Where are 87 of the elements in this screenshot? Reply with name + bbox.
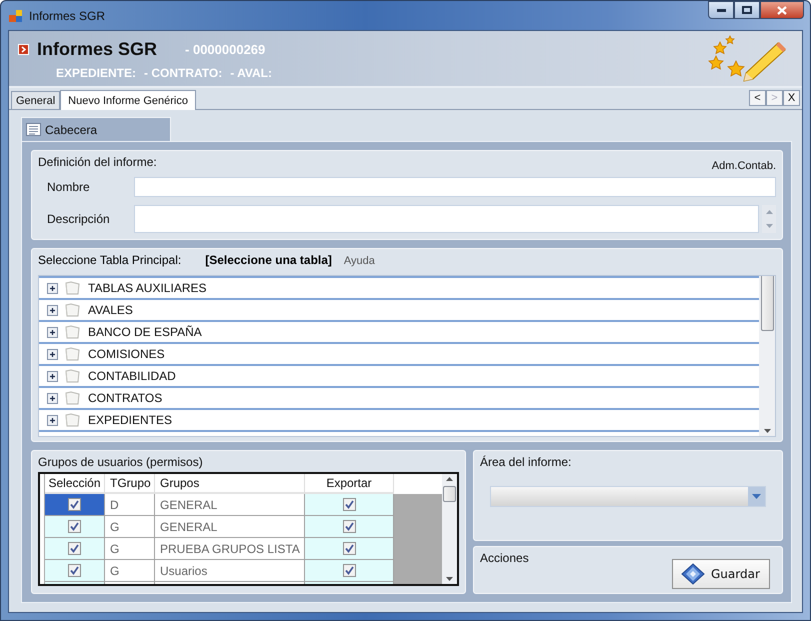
minimize-button[interactable] bbox=[708, 1, 734, 19]
group-title: Área del informe: bbox=[480, 455, 572, 469]
expand-icon[interactable] bbox=[47, 304, 58, 316]
window-title: Informes SGR bbox=[29, 8, 106, 22]
table-cell[interactable] bbox=[45, 516, 105, 538]
tree-item-label[interactable]: CONTABILIDAD bbox=[88, 369, 176, 383]
stars-pencil-icon bbox=[706, 35, 788, 83]
document-icon bbox=[26, 123, 41, 136]
scrollbar-thumb[interactable] bbox=[443, 486, 456, 502]
header-field: - AVAL: bbox=[230, 66, 272, 80]
table-cell: G bbox=[105, 560, 155, 582]
help-link[interactable]: Ayuda bbox=[344, 255, 375, 267]
tree-item-label[interactable]: AVALES bbox=[88, 303, 133, 317]
section-tab[interactable]: Cabecera bbox=[21, 117, 171, 141]
checkbox[interactable] bbox=[342, 520, 356, 533]
group-title: Acciones bbox=[480, 551, 530, 565]
table-cell: G bbox=[105, 538, 155, 560]
checkbox[interactable] bbox=[342, 564, 356, 577]
scrollbar-thumb[interactable] bbox=[760, 276, 774, 331]
table-cell[interactable] bbox=[305, 538, 394, 560]
dropdown-arrow-icon bbox=[752, 494, 761, 499]
checkbox[interactable] bbox=[68, 498, 81, 511]
folder-icon bbox=[65, 391, 80, 405]
maximize-button[interactable] bbox=[734, 1, 760, 19]
group-title: Definición del informe: bbox=[38, 155, 157, 171]
folder-icon bbox=[65, 347, 80, 361]
minimize-icon bbox=[716, 8, 726, 12]
field-label: Descripción bbox=[46, 212, 111, 226]
table-cell[interactable] bbox=[305, 494, 394, 516]
checkbox[interactable] bbox=[68, 542, 81, 555]
expand-icon[interactable] bbox=[47, 348, 58, 360]
tree-item-label[interactable]: CONTRATOS bbox=[88, 391, 162, 405]
expand-icon[interactable] bbox=[47, 392, 58, 404]
table-cell: GENERAL bbox=[155, 494, 305, 516]
app-icon bbox=[9, 8, 23, 22]
input-field[interactable] bbox=[134, 205, 759, 233]
expand-icon[interactable] bbox=[47, 414, 58, 426]
table-cell: GENERAL bbox=[155, 516, 305, 538]
checkbox[interactable] bbox=[342, 498, 356, 511]
field-label: Nombre bbox=[46, 180, 91, 194]
table-cell[interactable] bbox=[45, 494, 105, 516]
scroll-down-icon[interactable] bbox=[764, 429, 770, 433]
table-cell[interactable] bbox=[305, 516, 394, 538]
tab[interactable]: Nuevo Informe Genérico bbox=[60, 90, 196, 110]
record-number: - 0000000269 bbox=[185, 42, 266, 57]
table-cell: PRUEBA GRUPOS LISTA bbox=[155, 538, 305, 560]
folder-icon bbox=[65, 281, 80, 295]
selected-table-label: [Seleccione una tabla] bbox=[205, 253, 332, 267]
tab[interactable]: General bbox=[11, 91, 60, 109]
tree-item-label[interactable]: BANCO DE ESPAÑA bbox=[88, 325, 202, 339]
input-field[interactable] bbox=[134, 177, 776, 197]
tab-nav-button[interactable]: < bbox=[749, 90, 766, 106]
checkbox[interactable] bbox=[68, 564, 81, 577]
save-button[interactable]: Guardar bbox=[672, 559, 770, 589]
tree-item-label[interactable]: TABLAS AUXILIARES bbox=[88, 281, 206, 295]
checkbox[interactable] bbox=[68, 520, 81, 533]
close-button[interactable] bbox=[760, 1, 804, 19]
arrow-badge-icon bbox=[18, 44, 29, 55]
tab-nav-button[interactable]: X bbox=[783, 90, 800, 106]
checkbox[interactable] bbox=[342, 542, 356, 555]
scrollbar[interactable] bbox=[759, 276, 775, 436]
folder-icon bbox=[65, 325, 80, 339]
tree-item-label[interactable]: COMISIONES bbox=[88, 347, 165, 361]
header-field: EXPEDIENTE: bbox=[56, 66, 136, 80]
close-icon bbox=[777, 6, 787, 14]
tree-item-label[interactable]: EXPEDIENTES bbox=[88, 413, 172, 427]
folder-icon bbox=[65, 303, 80, 317]
table-cell: Usuarios bbox=[155, 560, 305, 582]
scroll-down-icon[interactable] bbox=[446, 577, 454, 581]
folder-icon bbox=[65, 369, 80, 383]
expand-icon[interactable] bbox=[47, 282, 58, 294]
expand-icon[interactable] bbox=[47, 326, 58, 338]
expand-icon[interactable] bbox=[47, 370, 58, 382]
group-title: Seleccione Tabla Principal: bbox=[38, 253, 182, 267]
group-title: Grupos de usuarios (permisos) bbox=[38, 455, 204, 469]
header-field: - CONTRATO: bbox=[144, 66, 222, 80]
table-cell[interactable] bbox=[305, 560, 394, 582]
table-cell: D bbox=[105, 494, 155, 516]
table-cell[interactable] bbox=[45, 560, 105, 582]
scrollbar[interactable] bbox=[442, 474, 457, 584]
table-cell[interactable] bbox=[45, 538, 105, 560]
scroll-up-icon[interactable] bbox=[446, 477, 454, 481]
header-title: Informes SGR bbox=[37, 39, 158, 60]
maximize-icon bbox=[742, 6, 752, 14]
folder-icon bbox=[65, 413, 80, 427]
department-label: Adm.Contab. bbox=[712, 160, 776, 172]
table-cell: G bbox=[105, 516, 155, 538]
